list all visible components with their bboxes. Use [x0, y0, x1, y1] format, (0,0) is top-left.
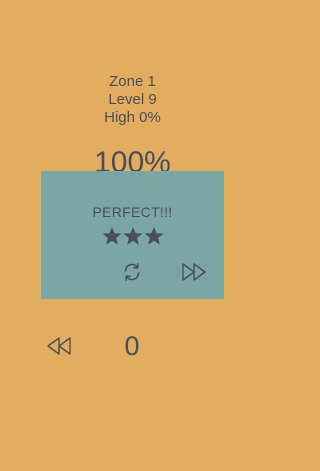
rewind-button[interactable] [46, 336, 72, 356]
star-rating [102, 226, 164, 246]
rewind-icon [47, 337, 71, 355]
star-icon [102, 227, 122, 245]
star-icon [144, 227, 164, 245]
level-info: Zone 1 Level 9 High 0% [0, 73, 265, 127]
zone-label: Zone 1 [109, 73, 156, 90]
level-label: Level 9 [108, 91, 157, 108]
replay-button[interactable] [122, 262, 142, 282]
level-complete-dialog: PERFECT!!! [41, 171, 224, 299]
high-score-label: High 0% [104, 109, 161, 126]
star-icon [123, 227, 143, 245]
next-level-button[interactable] [181, 262, 207, 282]
fast-forward-icon [182, 263, 206, 281]
result-label: PERFECT!!! [92, 204, 173, 220]
move-counter: 0 [124, 331, 140, 361]
replay-icon [124, 263, 140, 281]
